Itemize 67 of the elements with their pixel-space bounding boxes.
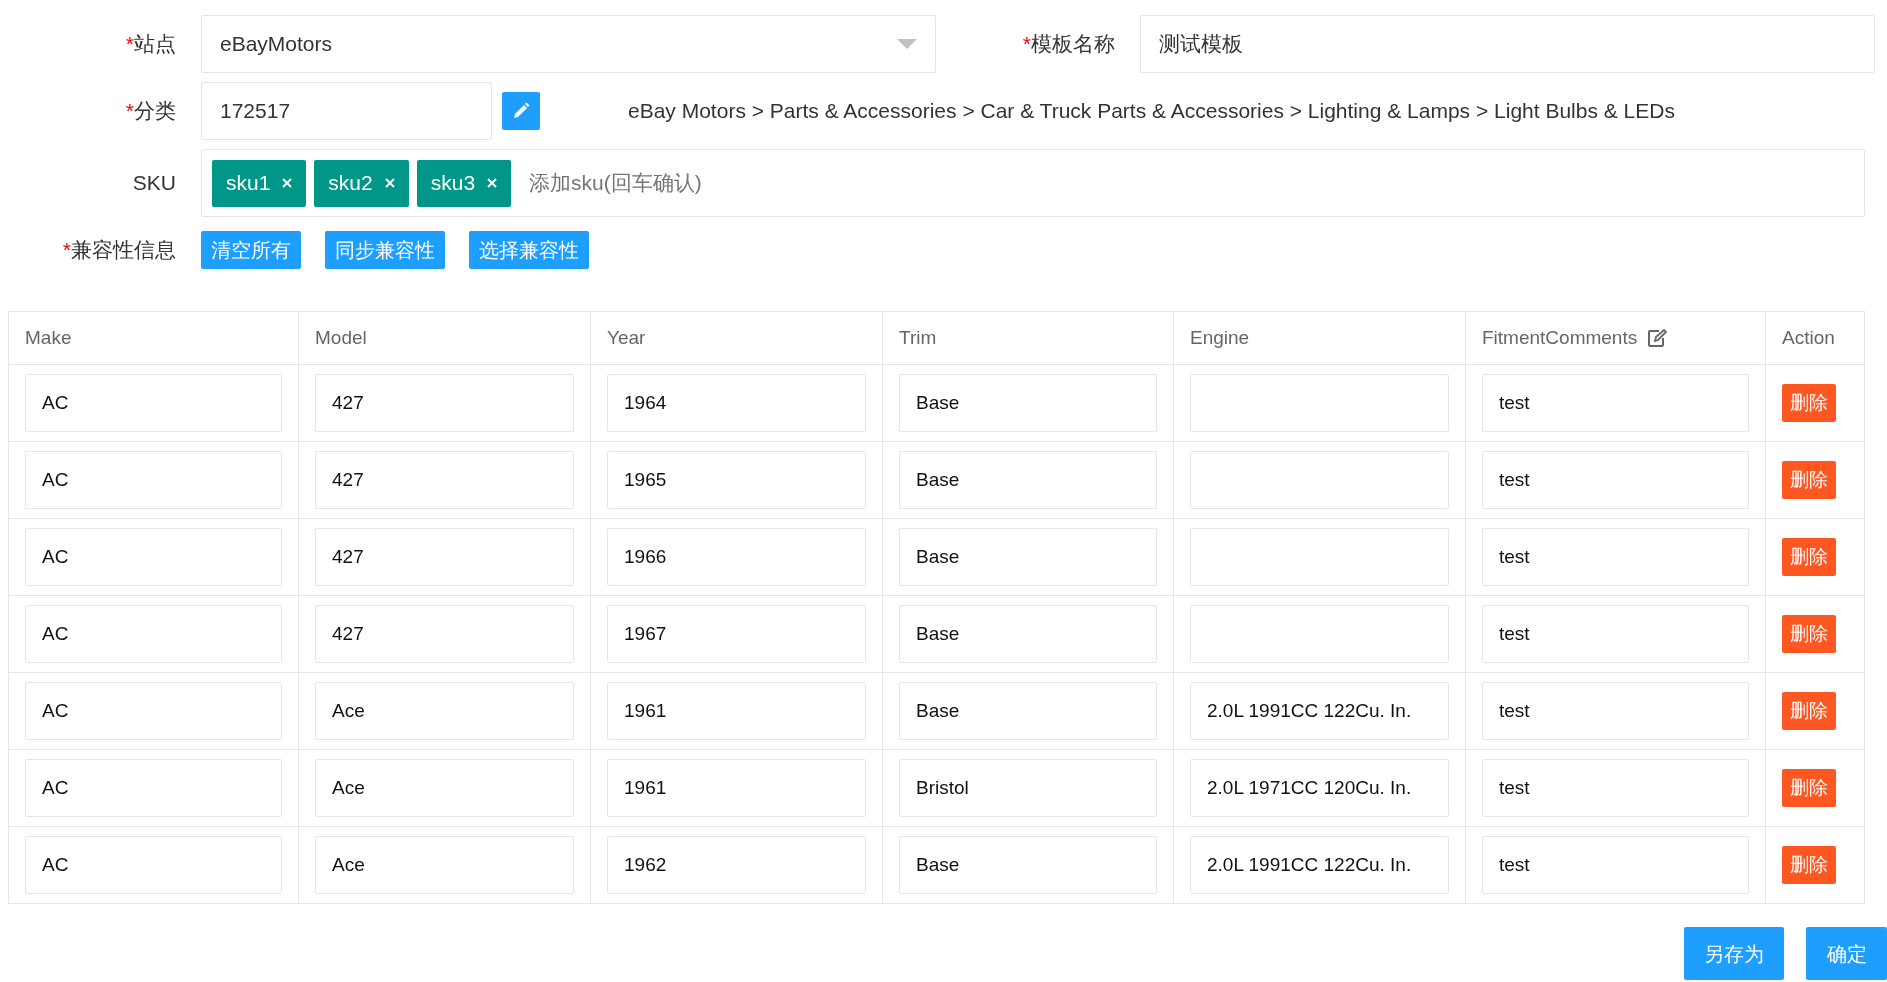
table-cell-input[interactable]: 1964	[607, 374, 866, 432]
table-cell-input[interactable]: AC	[25, 374, 282, 432]
table-cell-input[interactable]: 427	[315, 528, 574, 586]
table-cell-input[interactable]: test	[1482, 451, 1749, 509]
table-cell-input[interactable]	[1190, 528, 1449, 586]
table-cell-input[interactable]: Bristol	[899, 759, 1157, 817]
category-field[interactable]: 172517	[201, 82, 492, 140]
pencil-icon	[512, 102, 530, 120]
site-select[interactable]: eBayMotors	[201, 15, 936, 73]
table-cell-input[interactable]: 1967	[607, 605, 866, 663]
table-cell-input[interactable]: AC	[25, 605, 282, 663]
caret-icon	[897, 39, 917, 49]
column-header: FitmentComments	[1482, 325, 1638, 350]
table-cell-input[interactable]: AC	[25, 759, 282, 817]
table-cell-input[interactable]: 2.0L 1991CC 122Cu. In.	[1190, 682, 1449, 740]
table-cell-input[interactable]: 1966	[607, 528, 866, 586]
sku-tag-input[interactable]: sku1 sku2 sku3 添加sku(回车确认)	[201, 149, 1865, 217]
sku-tag: sku1	[212, 159, 307, 207]
table-cell-input[interactable]	[1190, 605, 1449, 663]
field-label: 兼容性信息	[71, 238, 176, 262]
close-icon[interactable]	[487, 178, 498, 188]
table-cell-input[interactable]: 427	[315, 374, 574, 432]
sku-tag: sku3	[416, 159, 512, 207]
sku-tag: sku2	[314, 159, 409, 207]
table-cell-input[interactable]: Base	[899, 836, 1157, 894]
field-label: 站点	[134, 32, 176, 56]
table-cell-input[interactable]: 427	[315, 605, 574, 663]
table-cell-input[interactable]: test	[1482, 759, 1749, 817]
table-cell-input[interactable]: test	[1482, 528, 1749, 586]
table-cell-input[interactable]: 1962	[607, 836, 866, 894]
table-cell-input[interactable]: Ace	[315, 759, 574, 817]
field-label: 分类	[134, 99, 176, 123]
field-label: SKU	[132, 171, 176, 195]
category-path: eBay Motors > Parts & Accessories > Car & Truck Parts & Accessories > Lighting & Lamps > Light Bulbs & LEDs	[628, 98, 1675, 125]
edit-button[interactable]	[502, 92, 540, 130]
table-cell-input[interactable]: Base	[899, 528, 1157, 586]
table-cell-input[interactable]: 1965	[607, 451, 866, 509]
table-cell-input[interactable]: AC	[25, 836, 282, 894]
required-mark: *	[125, 32, 134, 56]
edit-icon[interactable]	[1647, 329, 1668, 347]
table-cell-input[interactable]: 1961	[607, 759, 866, 817]
table-cell-input[interactable]: Base	[899, 682, 1157, 740]
table-cell-input[interactable]: Base	[899, 374, 1157, 432]
template-name-field[interactable]: 测试模板	[1140, 15, 1875, 73]
table-cell-input[interactable]: test	[1482, 605, 1749, 663]
table-cell-input[interactable]: Base	[899, 605, 1157, 663]
table-cell-input[interactable]: test	[1482, 374, 1749, 432]
table-cell-input[interactable]: AC	[25, 682, 282, 740]
table-cell-input[interactable]: 2.0L 1991CC 122Cu. In.	[1190, 836, 1449, 894]
required-mark: *	[1022, 32, 1031, 56]
table-cell-input[interactable]: Ace	[315, 836, 574, 894]
field-label: 模板名称	[1031, 32, 1115, 56]
close-icon[interactable]	[384, 178, 395, 188]
table-cell-input[interactable]: 2.0L 1971CC 120Cu. In.	[1190, 759, 1449, 817]
required-mark: *	[62, 238, 71, 262]
table-cell-input[interactable]	[1190, 451, 1449, 509]
table-cell-input[interactable]: AC	[25, 451, 282, 509]
table-cell-input[interactable]: AC	[25, 528, 282, 586]
table-cell-input[interactable]: 1961	[607, 682, 866, 740]
table-cell-input[interactable]: Ace	[315, 682, 574, 740]
required-mark: *	[125, 99, 134, 123]
table-cell-input[interactable]	[1190, 374, 1449, 432]
table-cell-input[interactable]: 427	[315, 451, 574, 509]
table-cell-input[interactable]: test	[1482, 836, 1749, 894]
table-cell-input[interactable]: Base	[899, 451, 1157, 509]
close-icon[interactable]	[282, 178, 293, 188]
table-cell-input[interactable]: test	[1482, 682, 1749, 740]
